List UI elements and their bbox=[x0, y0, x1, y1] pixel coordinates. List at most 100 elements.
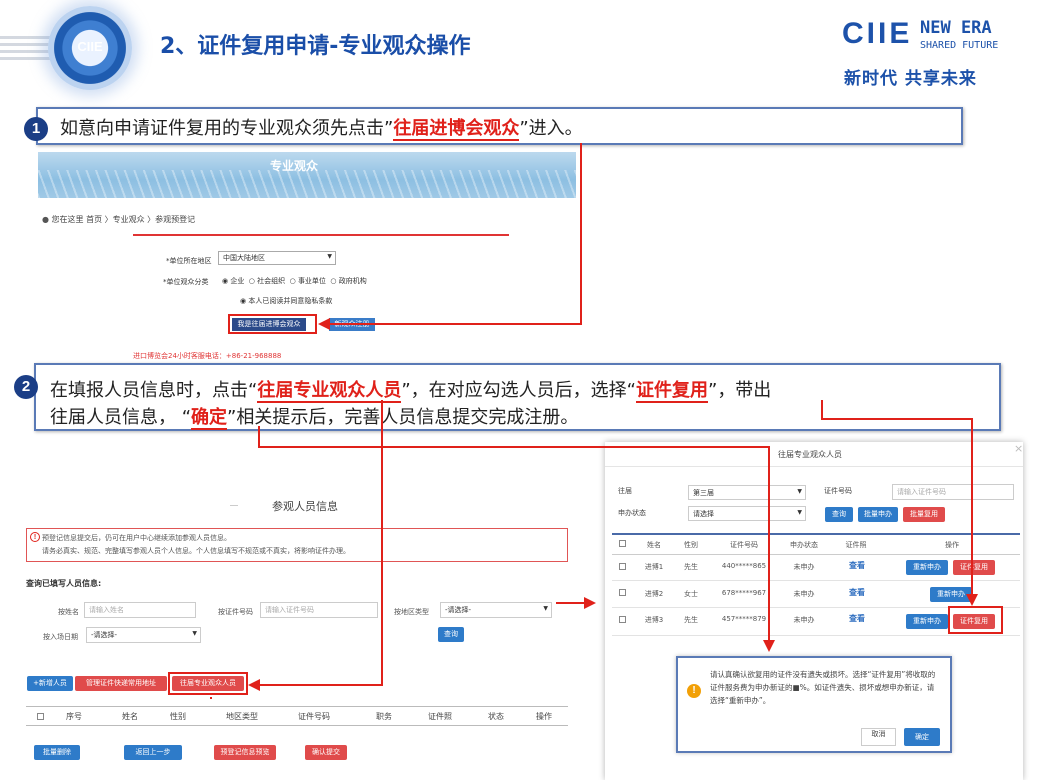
breadcrumb: ● 您在这里 首页 〉专业观众 〉参观预登记 bbox=[42, 214, 195, 225]
col-gender: 性别 bbox=[170, 712, 186, 721]
step2-hl-reuse: 证件复用 bbox=[635, 380, 708, 403]
arrow-head-left-icon bbox=[318, 318, 330, 330]
arrow-confirm-vertical-b bbox=[768, 446, 770, 642]
warning-icon: ! bbox=[30, 532, 40, 542]
region-filter-label: 按地区类型 bbox=[394, 608, 429, 616]
brand-line1: NEW ERA bbox=[920, 18, 992, 38]
row-status: 未申办 bbox=[793, 590, 815, 598]
past-visitor-highlight bbox=[228, 314, 317, 334]
step1-highlight: 往届进博会观众 bbox=[393, 118, 520, 141]
brand-line2: SHARED FUTURE bbox=[920, 40, 999, 51]
row-cert: 678*****967 bbox=[721, 589, 767, 597]
cert-filter-input[interactable]: 请输入证件号码 bbox=[260, 602, 378, 618]
row-checkbox[interactable] bbox=[619, 616, 626, 623]
row-gender: 先生 bbox=[684, 616, 698, 624]
logo-text: CIIE bbox=[77, 39, 103, 54]
back-button[interactable]: 返回上一步 bbox=[124, 745, 182, 760]
arrow-confirm-horizontal bbox=[258, 446, 770, 448]
breadcrumb-text: 您在这里 首页 〉专业观众 〉参观预登记 bbox=[51, 215, 196, 224]
step1-suffix: 进入。 bbox=[528, 118, 583, 139]
row-view-photo-link[interactable]: 查看 bbox=[849, 587, 865, 598]
step1-arrow-horizontal bbox=[330, 323, 582, 325]
row-checkbox[interactable] bbox=[619, 589, 626, 596]
radio-social-org[interactable]: ○ 社会组织 bbox=[249, 277, 285, 285]
row-gender: 女士 bbox=[684, 590, 698, 598]
modal-select-all-checkbox[interactable] bbox=[619, 540, 626, 547]
radio-checked-icon: ◉ bbox=[240, 297, 247, 305]
col-photo: 证件照 bbox=[428, 712, 452, 721]
arrow-head-left-icon bbox=[248, 679, 260, 691]
row-checkbox[interactable] bbox=[619, 563, 626, 570]
status-label: 申办状态 bbox=[618, 509, 646, 517]
row-name: 进博3 bbox=[644, 616, 664, 624]
notice-line1: 预登记信息提交后，仍可在用户中心继续添加参观人员信息。 bbox=[42, 534, 231, 542]
step2-line2: 往届人员信息， “确定”相关提示后，完善人员信息提交完成注册。 bbox=[50, 407, 579, 430]
banner-title: 专业观众 bbox=[270, 159, 319, 173]
confirm-message: 请认真确认欲复用的证件没有遗失或损坏。选择“证件复用”将收取的证件服务费为申办新… bbox=[710, 670, 936, 705]
arrow-head-down-icon bbox=[966, 594, 978, 606]
row-view-photo-link[interactable]: 查看 bbox=[849, 613, 865, 624]
cert-filter-label: 按证件号码 bbox=[218, 608, 253, 616]
step2-hl-confirm: 确定 bbox=[191, 407, 228, 430]
category-options[interactable]: ◉ 企业 ○ 社会组织 ○ 事业单位 ○ 政府机构 bbox=[222, 276, 367, 286]
preview-button[interactable]: 预登记信息预览 bbox=[214, 745, 276, 760]
region-select[interactable]: 中国大陆地区 ▼ bbox=[218, 251, 336, 265]
modal-col-photo: 证件照 bbox=[845, 541, 867, 549]
row-name: 进博1 bbox=[644, 563, 664, 571]
batch-reuse-button[interactable]: 批量复用 bbox=[903, 507, 945, 522]
step1-prefix: 如意向申请证件复用的专业观众须先点击 bbox=[60, 118, 384, 139]
modal-cert-input[interactable]: 请输入证件号码 bbox=[892, 484, 1014, 500]
radio-institution[interactable]: ○ 事业单位 bbox=[290, 277, 326, 285]
modal-col-status: 申办状态 bbox=[790, 541, 818, 549]
chevron-down-icon: ▼ bbox=[797, 488, 802, 495]
query-button[interactable]: 查询 bbox=[438, 627, 464, 642]
arrow-to-modal-horizontal bbox=[556, 602, 586, 604]
modal-title: 往届专业观众人员 bbox=[778, 450, 842, 459]
row-status: 未申办 bbox=[793, 563, 815, 571]
step1-text: 如意向申请证件复用的专业观众须先点击”往届进博会观众”进入。 bbox=[60, 118, 583, 141]
privacy-consent[interactable]: ◉ 本人已阅读并同意隐私条款 bbox=[240, 296, 332, 306]
date-filter-label: 按入场日期 bbox=[43, 633, 78, 641]
add-person-button[interactable]: +新增人员 bbox=[27, 676, 73, 691]
modal-title-divider bbox=[605, 466, 1023, 467]
modal-col-name: 姓名 bbox=[647, 541, 661, 549]
row-cert: 440*****865 bbox=[721, 562, 767, 570]
arrow-head-right-icon bbox=[584, 597, 596, 609]
row-view-photo-link[interactable]: 查看 bbox=[849, 560, 865, 571]
manage-address-button[interactable]: 管理证件快递常用地址 bbox=[75, 676, 167, 691]
status-select[interactable]: 请选择 ▼ bbox=[688, 506, 806, 521]
batch-delete-button[interactable]: 批量删除 bbox=[34, 745, 80, 760]
session-label: 往届 bbox=[618, 487, 632, 495]
submit-button[interactable]: 确认提交 bbox=[305, 745, 347, 760]
reapply-button[interactable]: 重新申办 bbox=[906, 560, 948, 575]
brand-ciie: CIIE bbox=[842, 17, 913, 50]
chevron-down-icon: ▼ bbox=[797, 509, 802, 516]
step2-number: 2 bbox=[14, 375, 38, 399]
cancel-button[interactable]: 取消 bbox=[861, 728, 896, 746]
reuse-button-highlight bbox=[948, 606, 1003, 634]
radio-enterprise[interactable]: ◉ 企业 bbox=[222, 277, 244, 285]
reapply-button[interactable]: 重新申办 bbox=[906, 614, 948, 629]
reuse-button[interactable]: 证件复用 bbox=[953, 560, 995, 575]
date-filter-select[interactable]: -请选择- ▼ bbox=[86, 627, 201, 643]
name-filter-input[interactable]: 请输入姓名 bbox=[84, 602, 196, 618]
radio-government[interactable]: ○ 政府机构 bbox=[330, 277, 366, 285]
step2-line1: 在填报人员信息时，点击“往届专业观众人员”，在对应勾选人员后，选择“证件复用”，… bbox=[50, 380, 772, 403]
modal-col-cert: 证件号码 bbox=[730, 541, 758, 549]
modal-col-gender: 性别 bbox=[684, 541, 698, 549]
region-filter-select[interactable]: -请选择- ▼ bbox=[440, 602, 552, 618]
select-all-checkbox[interactable] bbox=[37, 713, 44, 720]
confirm-ok-button[interactable]: 确定 bbox=[904, 728, 940, 746]
batch-apply-button[interactable]: 批量申办 bbox=[858, 507, 898, 522]
hotline-text: 进口博览会24小时客服电话：+86-21-968888 bbox=[133, 352, 282, 360]
close-icon[interactable]: × bbox=[1014, 442, 1023, 455]
session-select[interactable]: 第三届 ▼ bbox=[688, 485, 806, 500]
step1-number: 1 bbox=[24, 117, 48, 141]
query-title: 查询已填写人员信息: bbox=[26, 579, 102, 588]
arrow-confirm-vertical-a bbox=[258, 426, 260, 448]
notice-line2: 请务必真实、规范、完整填写参观人员个人信息。个人信息填写不规范或不真实，将影响证… bbox=[42, 547, 350, 555]
col-index: 序号 bbox=[66, 712, 82, 721]
step1-arrow-vertical bbox=[580, 143, 582, 325]
modal-query-button[interactable]: 查询 bbox=[825, 507, 853, 522]
col-title: 职务 bbox=[376, 712, 392, 721]
